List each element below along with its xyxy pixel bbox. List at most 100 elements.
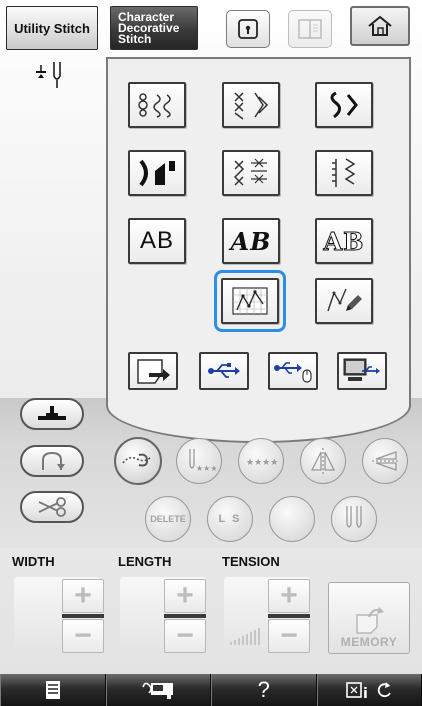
tension-level-bars <box>230 628 260 645</box>
presser-foot-button[interactable] <box>20 398 84 430</box>
memory-pocket-icon <box>356 607 384 634</box>
category-decorative-6[interactable] <box>315 150 373 196</box>
length-plus-button[interactable]: + <box>164 579 206 613</box>
needle-stars-icon: ★★★ <box>189 449 216 473</box>
category-decorative-5[interactable] <box>222 150 280 196</box>
category-decorative-3[interactable] <box>315 82 373 128</box>
tab-utility-stitch-label: Utility Stitch <box>14 20 90 36</box>
sewing-machine-icon <box>142 682 174 699</box>
stitch-edit-button[interactable] <box>315 278 373 324</box>
ls-button: L S <box>207 496 253 542</box>
mirror-horizontal-button <box>362 438 408 484</box>
custom-stitch-grid-icon <box>232 287 268 315</box>
width-plus-button[interactable]: + <box>62 579 104 613</box>
needle-mode-button: ★★★ <box>176 438 222 484</box>
pc-connection-icon <box>343 358 380 381</box>
document-icon <box>45 681 60 699</box>
width-minus-button[interactable]: − <box>62 619 104 653</box>
home-button[interactable] <box>350 6 410 46</box>
thread-tie-button[interactable] <box>114 437 162 485</box>
needle-position-icon <box>36 62 61 88</box>
decorative-stitch-icon <box>330 91 358 119</box>
book-button <box>288 10 332 48</box>
tension-plus-button[interactable]: + <box>268 579 310 613</box>
thread-tie-icon <box>122 453 152 467</box>
help-icon: ? <box>257 677 270 702</box>
my-custom-stitch-selected[interactable] <box>214 270 286 332</box>
twin-needle-button <box>331 496 377 542</box>
minus-icon: − <box>74 619 92 652</box>
presser-foot-icon <box>38 406 66 420</box>
font-script-button[interactable]: AB <box>222 218 280 264</box>
usb-button[interactable] <box>199 352 249 390</box>
mirror-vertical-icon <box>310 448 336 474</box>
plus-icon: + <box>280 579 298 612</box>
tab-character-line3: Stitch <box>118 31 152 46</box>
decorative-stitch-icon <box>139 159 175 187</box>
twin-needle-icon <box>346 506 362 528</box>
category-decorative-2[interactable] <box>222 82 280 128</box>
embroidery-mode-button[interactable]: i <box>316 674 422 706</box>
usb-mouse-icon <box>274 362 312 383</box>
category-decorative-1[interactable] <box>128 82 186 128</box>
ls-label: L S <box>218 513 242 525</box>
category-decorative-4[interactable] <box>128 150 186 196</box>
stars-icon: ★★★★ <box>246 458 278 468</box>
book-icon <box>298 19 322 39</box>
decorative-stitch-icon <box>233 158 267 186</box>
delete-label: DELETE <box>150 514 186 524</box>
memory-button: MEMORY <box>328 582 410 654</box>
embroidery-frame-icon: i <box>346 682 368 701</box>
needle-position-indicator <box>34 62 74 95</box>
mirror-vertical-button <box>300 438 346 484</box>
tension-label: TENSION <box>222 554 280 569</box>
length-minus-button[interactable]: − <box>164 619 206 653</box>
memory-label: MEMORY <box>340 635 398 649</box>
decorative-stitch-icon <box>138 93 171 118</box>
blank-function-button <box>269 496 315 542</box>
pc-connection-button[interactable] <box>337 352 387 390</box>
minus-icon: − <box>280 619 298 652</box>
machine-info-button[interactable] <box>105 674 211 706</box>
minus-icon: − <box>176 619 194 652</box>
lock-button[interactable] <box>226 10 270 48</box>
decorative-stitch-icon <box>234 92 269 120</box>
svg-text:i: i <box>363 686 368 701</box>
tab-character-decorative-stitch[interactable]: Character Decorative Stitch <box>110 6 198 50</box>
mirror-horizontal-icon <box>372 451 398 471</box>
width-label: WIDTH <box>12 554 55 569</box>
plus-icon: + <box>74 579 92 612</box>
length-indicator <box>164 614 206 618</box>
font-outline-button[interactable]: AB <box>315 218 373 264</box>
bottom-bar: ? i <box>0 674 422 706</box>
reverse-stitch-icon <box>42 451 65 470</box>
scissors-icon <box>38 497 66 517</box>
usb-icon <box>208 363 240 378</box>
lock-open-icon <box>238 19 258 39</box>
tab-utility-stitch[interactable]: Utility Stitch <box>6 6 98 50</box>
stitch-pencil-icon <box>327 288 362 312</box>
thread-cutter-button[interactable] <box>20 491 84 523</box>
decorative-stitch-icon <box>332 158 356 187</box>
my-custom-stitch-button[interactable] <box>221 278 279 324</box>
help-button[interactable]: ? <box>211 674 317 706</box>
home-icon <box>368 15 392 36</box>
font-outline-label: AB <box>323 226 365 256</box>
pattern-elongation-button: ★★★★ <box>238 438 284 484</box>
pocket-retrieve-button[interactable] <box>128 352 178 390</box>
pocket-arrow-icon <box>137 359 170 384</box>
svg-text:★★★: ★★★ <box>196 464 216 473</box>
tension-indicator <box>268 614 310 618</box>
settings-screen-button[interactable] <box>0 674 106 706</box>
refresh-icon <box>378 682 392 698</box>
plus-icon: + <box>176 579 194 612</box>
delete-button: DELETE <box>145 496 191 542</box>
length-label: LENGTH <box>118 554 172 569</box>
reverse-stitch-button[interactable] <box>20 445 84 477</box>
font-plain-button[interactable]: AB <box>128 218 186 264</box>
svg-text:★★★★: ★★★★ <box>246 458 278 468</box>
font-script-label: AB <box>230 226 272 256</box>
usb-mouse-button[interactable] <box>268 352 318 390</box>
tension-minus-button[interactable]: − <box>268 619 310 653</box>
font-plain-label: AB <box>139 227 174 254</box>
